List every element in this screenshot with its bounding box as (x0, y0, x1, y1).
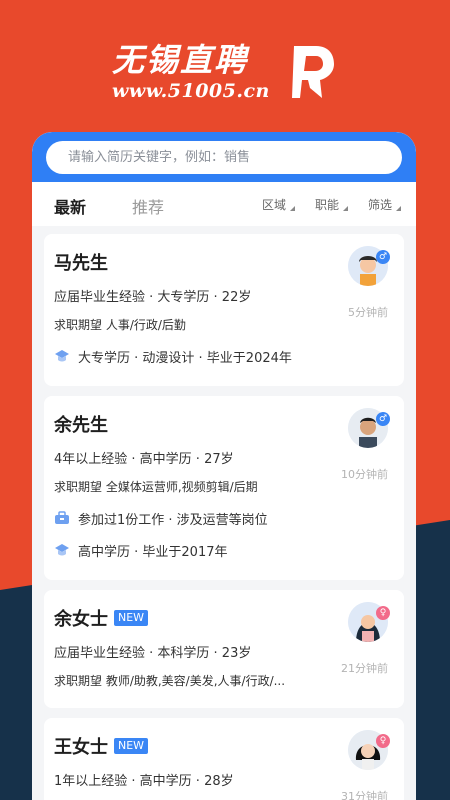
education-line: 大专学历 · 动漫设计 · 毕业于2024年 (54, 346, 394, 366)
candidate-meta: 1年以上经验 · 高中学历 · 28岁 (54, 774, 234, 789)
filter-screen[interactable]: 筛选 (368, 196, 402, 213)
resume-card[interactable]: 余先生 4年以上经验 · 高中学历 · 27岁 求职期望 全媒体运营师,视频剪辑… (44, 396, 404, 580)
dropdown-triangle-icon (290, 206, 296, 211)
work-line: 参加过1份工作 · 涉及运营等岗位 (54, 508, 394, 528)
update-time: 21分钟前 (341, 662, 388, 675)
filter-screen-label: 筛选 (368, 198, 393, 212)
candidate-meta: 应届毕业生经验 · 大专学历 · 22岁 (54, 290, 252, 305)
education-line: 高中学历 · 毕业于2017年 (54, 540, 394, 560)
filter-function[interactable]: 职能 (315, 196, 349, 213)
work-text: 参加过1份工作 · 涉及运营等岗位 (78, 512, 268, 528)
new-badge: NEW (114, 738, 149, 754)
search-input[interactable]: 请输入简历关键字，例如：销售 (46, 141, 402, 174)
candidate-name: 余先生 (54, 415, 108, 436)
gender-female-icon: ♀ (376, 734, 390, 748)
graduation-cap-icon (55, 350, 69, 362)
gender-male-icon: ♂ (376, 250, 390, 264)
tab-bar: 最新 推荐 区域 职能 筛选 (32, 182, 416, 226)
app-logo: 无锡直聘 www.51005.cn (112, 40, 342, 104)
gender-female-icon: ♀ (376, 606, 390, 620)
candidate-name: 王女士 (54, 737, 108, 758)
resume-card[interactable]: 王女士 NEW 1年以上经验 · 高中学历 · 28岁 ♀ 31分钟前 (44, 718, 404, 800)
graduation-cap-icon (55, 544, 69, 556)
dropdown-triangle-icon (343, 206, 349, 211)
filter-region-label: 区域 (262, 198, 287, 212)
briefcase-icon (55, 511, 69, 524)
candidate-expectation: 求职期望 教师/助教,美容/美发,人事/行政/... (54, 674, 286, 688)
candidate-expectation: 求职期望 人事/行政/后勤 (54, 318, 186, 332)
logo-mark-icon (292, 46, 334, 98)
main-panel: 请输入简历关键字，例如：销售 最新 推荐 区域 职能 筛选 马先生 应届毕业生经… (32, 132, 416, 800)
update-time: 10分钟前 (341, 468, 388, 481)
gender-male-icon: ♂ (376, 412, 390, 426)
candidate-meta: 应届毕业生经验 · 本科学历 · 23岁 (54, 646, 252, 661)
candidate-meta: 4年以上经验 · 高中学历 · 27岁 (54, 452, 234, 467)
update-time: 5分钟前 (348, 306, 388, 319)
new-badge: NEW (114, 610, 149, 626)
filter-function-label: 职能 (315, 198, 340, 212)
candidate-name: 余女士 (54, 609, 108, 630)
dropdown-triangle-icon (396, 206, 402, 211)
resume-list: 马先生 应届毕业生经验 · 大专学历 · 22岁 求职期望 人事/行政/后勤 大… (32, 226, 416, 800)
resume-card[interactable]: 马先生 应届毕业生经验 · 大专学历 · 22岁 求职期望 人事/行政/后勤 大… (44, 234, 404, 386)
education-text: 高中学历 · 毕业于2017年 (78, 544, 228, 560)
tab-latest[interactable]: 最新 (54, 194, 86, 218)
search-bar: 请输入简历关键字，例如：销售 (32, 132, 416, 182)
filter-region[interactable]: 区域 (262, 196, 296, 213)
update-time: 31分钟前 (341, 790, 388, 800)
candidate-name: 马先生 (54, 253, 108, 274)
tab-recommend[interactable]: 推荐 (132, 194, 164, 218)
education-text: 大专学历 · 动漫设计 · 毕业于2024年 (78, 350, 292, 366)
resume-card[interactable]: 余女士 NEW 应届毕业生经验 · 本科学历 · 23岁 求职期望 教师/助教,… (44, 590, 404, 708)
